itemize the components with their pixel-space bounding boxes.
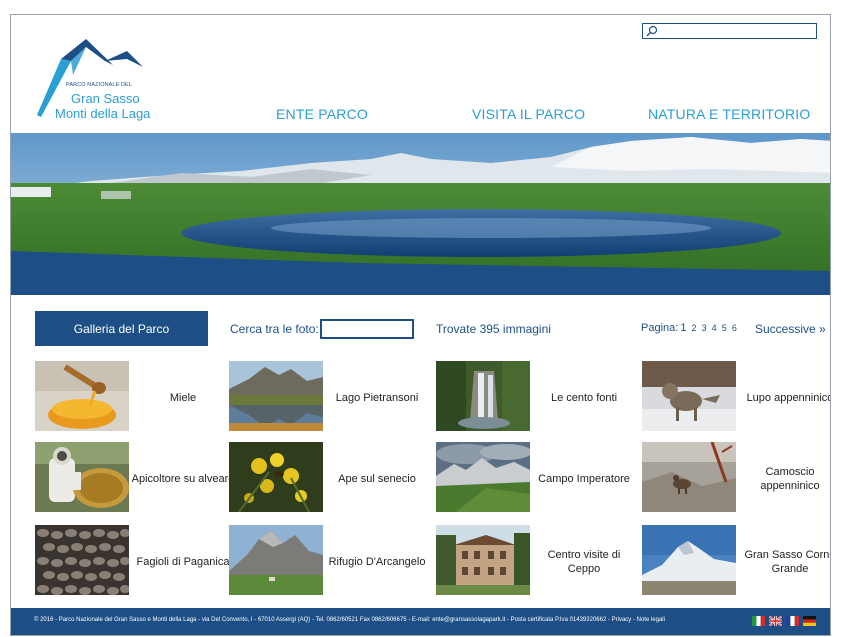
site-footer: © 2016 - Parco Nazionale del Gran Sasso … [11,608,830,635]
italian-flag-icon[interactable] [752,616,765,626]
beans-photo [35,525,129,595]
uk-flag-icon[interactable] [769,616,782,626]
hero-landscape-image [11,133,830,295]
photo-search-input[interactable] [320,319,414,339]
page-3-link[interactable]: 3 [702,323,707,333]
gallery-item-caption: Lago Pietransoni [335,392,419,404]
gallery-item-caption: Centro visite di Ceppo [547,549,621,575]
logo-title-line2: Monti della Laga [55,106,151,121]
gallery-item-ape-sul-senecio[interactable]: Ape sul senecio [229,442,429,516]
waterfall-photo [436,361,530,431]
gallery-item-caption: Le cento fonti [550,392,618,404]
gallery-title-button[interactable]: Galleria del Parco [35,311,208,346]
gallery-item-le-cento-fonti[interactable]: Le cento fonti [436,361,636,435]
gallery-item-caption: Lupo appenninico [746,392,831,404]
gallery-item-caption: Campo Imperatore [538,473,630,485]
gallery-item-apicoltore-su-alveare[interactable]: Apicoltore su alveare [35,442,235,516]
gallery-item-gran-sasso-corno-grande[interactable]: Gran Sasso Corno Grande [642,525,831,599]
park-logo[interactable]: PARCO NAZIONALE DEL Gran Sasso Monti del… [31,35,181,131]
site-search[interactable] [642,23,817,39]
gallery-item-lupo-appenninico[interactable]: Lupo appenninico [642,361,831,435]
logo-subtitle: PARCO NAZIONALE DEL [66,82,132,88]
gallery-item-caption: Ape sul senecio [338,473,416,485]
nav-visita-il-parco[interactable]: VISITA IL PARCO [472,106,585,122]
pagination-label: Pagina: [641,322,679,334]
photo-search-label: Cerca tra le foto: [230,322,319,336]
gallery-item-caption: Fagioli di Paganica [136,556,230,568]
gallery-item-caption: Rifugio D'Arcangelo [328,556,426,568]
results-count: Trovate 395 immagini [436,322,551,336]
page-2-link[interactable]: 2 [692,323,697,333]
nav-natura-e-territorio[interactable]: NATURA E TERRITORIO [648,106,811,122]
gallery-item-miele[interactable]: Miele [35,361,235,435]
gallery-item-caption: Camoscio appenninico [760,466,820,492]
honey-photo [35,361,129,431]
gallery-item-fagioli-di-paganica[interactable]: Fagioli di Paganica [35,525,235,599]
gallery-item-caption: Apicoltore su alveare [131,473,235,485]
chamois-photo [642,442,736,512]
gallery-item-centro-visite-di-ceppo[interactable]: Centro visite di Ceppo [436,525,636,599]
gallery-item-campo-imperatore[interactable]: Campo Imperatore [436,442,636,516]
french-flag-icon[interactable] [786,616,799,626]
corno-grande-photo [642,525,736,595]
visitor-center-photo [436,525,530,595]
gallery-item-rifugio-d-arcangelo[interactable]: Rifugio D'Arcangelo [229,525,429,599]
gallery-item-camoscio-appenninico[interactable]: Camoscio appenninico [642,442,830,516]
footer-text: © 2016 - Parco Nazionale del Gran Sasso … [34,617,665,623]
site-search-input[interactable] [659,24,814,38]
nav-ente-parco[interactable]: ENTE PARCO [276,106,368,122]
lake-photo [229,361,323,431]
logo-title-line1: Gran Sasso [71,91,140,106]
page-frame: PARCO NAZIONALE DEL Gran Sasso Monti del… [10,14,831,636]
wolf-photo [642,361,736,431]
page-4-link[interactable]: 4 [712,323,717,333]
pagination: Pagina: 1 2 3 4 5 6 [641,322,739,334]
page-6-link[interactable]: 6 [732,323,737,333]
search-icon [646,25,658,37]
page-5-link[interactable]: 5 [722,323,727,333]
gallery-item-caption: Gran Sasso Corno Grande [744,549,831,575]
campo-imperatore-photo [436,442,530,512]
gallery-item-lago-pietransoni[interactable]: Lago Pietransoni [229,361,429,435]
next-page-link[interactable]: Successive » [755,322,826,336]
german-flag-icon[interactable] [803,616,816,626]
mountain-refuge-photo [229,525,323,595]
gallery-item-caption: Miele [169,392,197,404]
bee-flower-photo [229,442,323,512]
beekeeper-photo [35,442,129,512]
page-1-link[interactable]: 1 [680,322,686,334]
